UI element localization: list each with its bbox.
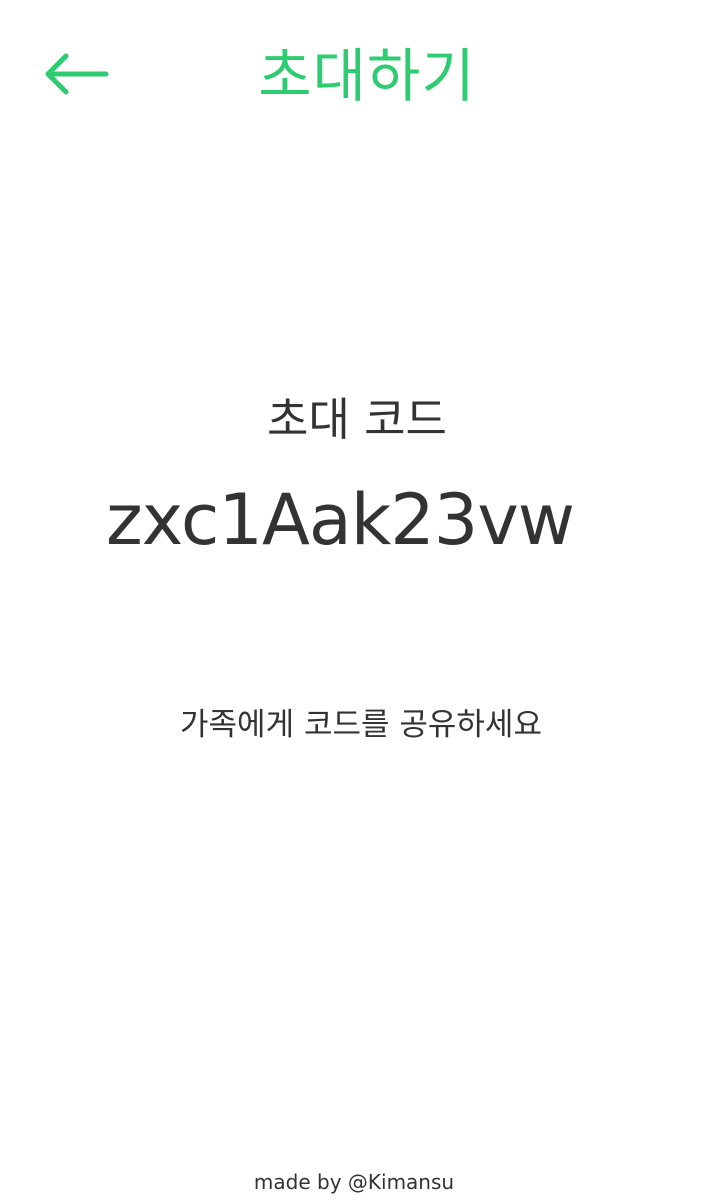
app-header: 초대하기: [0, 0, 720, 150]
invite-code-value[interactable]: zxc1Aak23vw: [0, 470, 680, 570]
page-title: 초대하기: [258, 42, 476, 110]
invite-code-label: 초대 코드: [267, 393, 447, 446]
invite-screen: 초대하기 초대 코드 zxc1Aak23vw 가족에게 코드를 공유하세요 ma…: [0, 0, 720, 1200]
share-hint-text: 가족에게 코드를 공유하세요: [180, 707, 542, 743]
footer-credit: made by @Kimansu: [253, 1170, 455, 1194]
